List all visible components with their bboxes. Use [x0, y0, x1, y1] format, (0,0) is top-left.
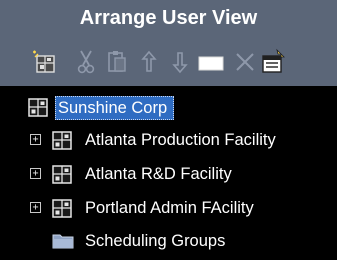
new-org-button[interactable]	[32, 47, 58, 77]
org-unit-icon	[52, 165, 72, 184]
org-unit-icon	[28, 98, 48, 117]
toolbar	[0, 0, 337, 86]
delete-button[interactable]	[232, 47, 258, 77]
expand-toggle[interactable]: +	[30, 168, 41, 179]
org-tree: Sunshine Corp + Atlanta Production Facil…	[0, 86, 337, 260]
org-unit-icon	[52, 131, 72, 150]
properties-button[interactable]	[260, 47, 286, 77]
folder-icon	[52, 234, 74, 249]
cut-button[interactable]	[73, 47, 99, 77]
tree-root-label[interactable]: Sunshine Corp	[55, 96, 175, 120]
move-down-button[interactable]	[167, 47, 193, 77]
tree-item-scheduling-groups[interactable]: Scheduling Groups	[0, 229, 337, 253]
org-unit-icon	[52, 199, 72, 218]
header: Arrange User View	[0, 0, 337, 86]
cut-icon	[77, 50, 95, 74]
delete-icon	[236, 53, 254, 71]
paste-icon	[108, 51, 126, 72]
tree-item-atlanta-production[interactable]: + Atlanta Production Facility	[0, 128, 337, 152]
move-up-icon	[141, 50, 157, 72]
properties-icon	[262, 48, 285, 73]
tree-root[interactable]: Sunshine Corp	[0, 95, 337, 120]
tree-item-label[interactable]: Portland Admin FAcility	[85, 197, 254, 219]
tree-item-label[interactable]: Atlanta Production Facility	[85, 129, 276, 151]
arrange-user-view-panel: Arrange User View Sunshine Corp + Atlant…	[0, 0, 337, 260]
move-up-button[interactable]	[136, 47, 162, 77]
rename-icon	[198, 56, 224, 71]
move-down-icon	[172, 52, 188, 74]
paste-button[interactable]	[104, 47, 130, 77]
rename-button[interactable]	[198, 47, 224, 77]
tree-item-portland-admin[interactable]: + Portland Admin FAcility	[0, 196, 337, 220]
expand-toggle[interactable]: +	[30, 134, 41, 145]
expand-toggle[interactable]: +	[30, 202, 41, 213]
tree-item-atlanta-rd[interactable]: + Atlanta R&D Facility	[0, 162, 337, 186]
tree-item-label[interactable]: Scheduling Groups	[85, 230, 225, 252]
new-org-icon	[33, 50, 55, 73]
tree-item-label[interactable]: Atlanta R&D Facility	[85, 163, 232, 185]
